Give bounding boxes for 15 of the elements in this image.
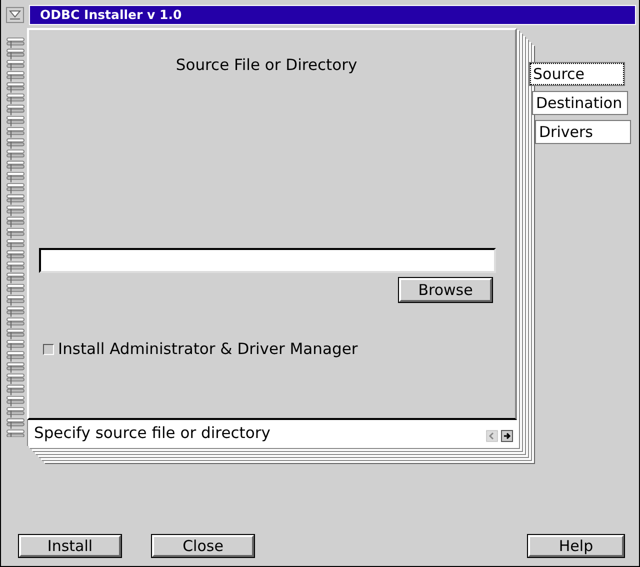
notebook-tab[interactable]: Drivers xyxy=(535,120,631,144)
window-title: ODBC Installer v 1.0 xyxy=(29,5,636,25)
page-heading: Source File or Directory xyxy=(174,56,358,76)
help-button[interactable]: Help xyxy=(528,535,624,557)
notebook-tab[interactable]: Source xyxy=(529,62,625,86)
checkbox-label: Install Administrator & Driver Manager xyxy=(58,340,358,358)
notebook-tab[interactable]: Destination xyxy=(532,91,628,115)
install-button[interactable]: Install xyxy=(19,535,121,557)
system-menu-icon[interactable] xyxy=(6,7,24,23)
next-page-icon[interactable] xyxy=(501,430,513,442)
checkbox[interactable] xyxy=(43,344,54,354)
close-button[interactable]: Close xyxy=(152,535,254,557)
path-input-field[interactable] xyxy=(39,248,496,273)
browse-button[interactable]: Browse xyxy=(399,278,492,302)
status-text: Specify source file or directory xyxy=(34,424,272,442)
